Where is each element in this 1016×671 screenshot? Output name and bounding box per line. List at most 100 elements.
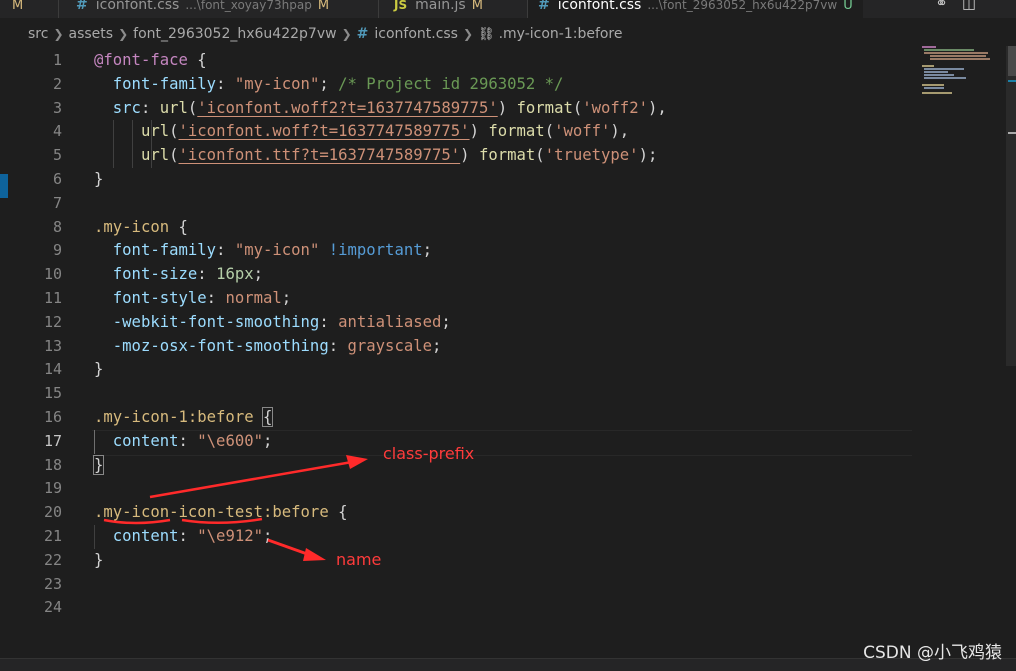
chevron-right-icon: ❯ <box>341 27 352 41</box>
tab-status: M <box>471 0 483 13</box>
token: .my-icon-1:before <box>94 407 254 426</box>
code-editor[interactable]: @font-face { font-family: "my-icon"; /* … <box>92 49 914 620</box>
token: url <box>140 146 170 165</box>
url-link[interactable]: 'iconfont.woff2?t=1637747589775' <box>197 99 497 117</box>
token: ) <box>469 122 489 141</box>
tab-iconfont-css-active[interactable]: # iconfont.css ...\font_2963052_hx6u422p… <box>528 0 863 18</box>
tab-divider <box>378 0 379 18</box>
indent-guide <box>132 120 133 145</box>
token: font-family <box>112 241 217 260</box>
token: format <box>516 98 573 117</box>
code-line: font-family: "my-icon"; /* Project id 29… <box>94 73 914 97</box>
compare-changes-icon[interactable]: ⚭ <box>935 0 948 12</box>
line-number: 19 <box>43 479 62 498</box>
breadcrumb-item-symbol[interactable]: .my-icon-1:before <box>499 26 623 42</box>
code-line: @font-face { <box>94 49 914 73</box>
line-number: 21 <box>43 526 62 545</box>
tab-status: M <box>317 0 330 13</box>
split-editor-icon[interactable]: ◫ <box>962 0 976 12</box>
vertical-scrollbar[interactable] <box>1006 46 1016 366</box>
url-link[interactable]: 'iconfont.woff?t=1637747589775' <box>179 122 470 140</box>
scrollbar-thumb[interactable] <box>1008 46 1016 76</box>
token: .my-icon-icon-test:before <box>94 503 329 522</box>
breadcrumb-item-src[interactable]: src <box>28 26 48 42</box>
breadcrumb-item-assets[interactable]: assets <box>69 26 114 42</box>
token: : <box>206 288 226 307</box>
tab-label: iconfont.css <box>95 0 180 13</box>
line-number: 2 <box>52 74 62 93</box>
minimap-line <box>924 74 954 76</box>
code-line: .my-icon { <box>94 216 914 240</box>
code-line: src: url('iconfont.woff2?t=1637747589775… <box>94 97 914 121</box>
line-number: 23 <box>43 574 62 593</box>
bracket-match: } <box>92 454 105 475</box>
minimap[interactable] <box>918 44 1008 94</box>
overview-ruler-mark <box>1008 132 1016 134</box>
token: ; <box>319 74 339 93</box>
code-line: } <box>94 358 914 382</box>
token: "my-icon" <box>234 74 320 93</box>
tab-bar: M # iconfont.css ...\font_xoyay73hpap M … <box>0 0 1016 18</box>
line-number: 15 <box>43 384 62 403</box>
token: font-size <box>112 265 198 284</box>
token: 'woff' <box>554 122 611 141</box>
tab-overflow[interactable]: M <box>0 0 33 18</box>
watermark: CSDN @小飞鸡猿 <box>863 643 1002 663</box>
token: .my-icon <box>94 217 170 236</box>
token: font-style <box>112 288 207 307</box>
minimap-line <box>922 46 936 48</box>
code-line: .my-icon-1:before { <box>94 406 914 430</box>
token: 16px <box>216 265 254 284</box>
token: !important <box>319 241 423 260</box>
tab-status: M <box>12 0 24 13</box>
token: : <box>140 98 160 117</box>
symbol-class-icon: ⛓ <box>478 26 495 42</box>
line-number: 14 <box>43 360 62 379</box>
line-number: 12 <box>43 312 62 331</box>
token: ) <box>460 146 479 165</box>
overview-ruler-mark <box>1008 80 1016 82</box>
token: -moz-osx-font-smoothing <box>112 336 329 355</box>
indent-guide <box>113 144 114 168</box>
minimap-line <box>922 84 944 86</box>
token: 'truetype' <box>544 146 639 165</box>
indent-guide <box>132 144 133 168</box>
code-line: url('iconfont.woff?t=1637747589775') for… <box>94 120 914 145</box>
minimap-line <box>924 71 948 73</box>
minimap-line <box>930 58 990 60</box>
token: : <box>197 265 217 284</box>
code-line: -webkit-font-smoothing: antialiased; <box>94 311 914 335</box>
line-number: 20 <box>43 503 62 522</box>
token: } <box>94 169 104 188</box>
code-line: font-style: normal; <box>94 287 914 311</box>
token: } <box>94 360 104 379</box>
token: ; <box>263 431 273 450</box>
indent-guide <box>151 120 152 145</box>
line-number: 11 <box>43 288 62 307</box>
token: } <box>94 550 104 569</box>
token: "my-icon" <box>234 241 320 260</box>
code-line: url('iconfont.ttf?t=1637747589775') form… <box>94 144 914 168</box>
token: ; <box>432 336 442 355</box>
breadcrumb-item-font-folder[interactable]: font_2963052_hx6u422p7vw <box>133 26 336 42</box>
line-number: 6 <box>52 169 62 188</box>
breadcrumb-item-file[interactable]: iconfont.css <box>374 26 458 42</box>
tab-label: iconfont.css <box>557 0 642 13</box>
tab-iconfont-css-old[interactable]: # iconfont.css ...\font_xoyay73hpap M <box>66 0 339 18</box>
token: : <box>216 241 235 260</box>
minimap-line <box>924 52 988 54</box>
token: font-family <box>112 74 217 93</box>
editor-actions: ⚭ ◫ <box>935 0 976 12</box>
line-number: 24 <box>43 598 62 617</box>
tab-main-js[interactable]: JS main.js M <box>384 0 493 18</box>
token: normal <box>225 288 282 307</box>
indent-guide-active <box>94 429 95 454</box>
url-link[interactable]: 'iconfont.ttf?t=1637747589775' <box>179 146 461 164</box>
token: content <box>112 526 179 545</box>
token: ; <box>281 288 292 307</box>
line-number: 1 <box>52 51 62 69</box>
line-number: 8 <box>52 217 62 236</box>
